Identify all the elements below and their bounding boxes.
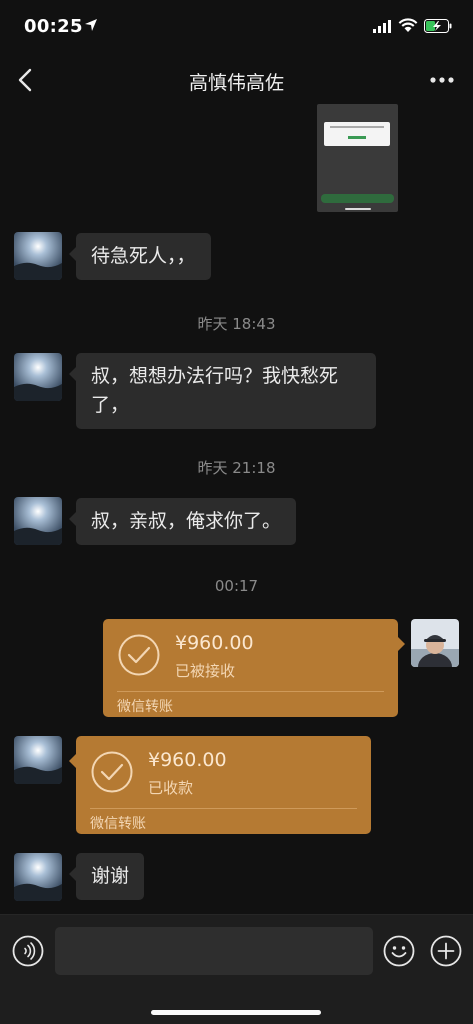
transfer-amount: ¥960.00	[175, 632, 254, 654]
transfer-card-received[interactable]: ¥960.00 已收款 微信转账	[69, 736, 371, 834]
status-time: 00:25	[24, 16, 83, 37]
message-timestamp: 00:17	[214, 577, 259, 595]
transfer-divider	[117, 691, 384, 692]
emoji-icon[interactable]	[383, 935, 415, 967]
transfer-footer: 微信转账	[117, 699, 173, 715]
message-bubble[interactable]: 叔，想想办法行吗？我快愁死了，	[69, 353, 376, 429]
signal-icon	[373, 20, 391, 33]
input-bar	[0, 914, 473, 1024]
chat-title: 高慎伟高佐	[188, 72, 284, 94]
transfer-footer: 微信转账	[90, 816, 146, 832]
message-bubble[interactable]: 待急死人，，	[69, 233, 211, 280]
home-indicator[interactable]	[151, 1010, 321, 1015]
transfer-status: 已被接收	[175, 662, 236, 680]
transfer-amount: ¥960.00	[148, 749, 227, 771]
message-timestamp: 昨天 21:18	[197, 459, 276, 477]
contact-avatar[interactable]	[14, 853, 62, 901]
my-avatar[interactable]	[411, 619, 459, 667]
voice-icon[interactable]	[12, 935, 44, 967]
wifi-icon	[398, 18, 418, 32]
message-input[interactable]	[55, 927, 373, 975]
transfer-divider	[90, 808, 357, 809]
image-message-thumbnail[interactable]	[317, 104, 398, 212]
message-bubble[interactable]: 谢谢	[68, 853, 145, 900]
contact-avatar[interactable]	[14, 497, 62, 545]
transfer-card-sent[interactable]: ¥960.00 已被接收 微信转账	[103, 619, 405, 717]
contact-avatar[interactable]	[14, 736, 62, 784]
more-dots-icon[interactable]	[429, 72, 455, 88]
nav-bar: 高慎伟高佐	[0, 56, 473, 104]
transfer-status: 已收款	[148, 779, 194, 797]
check-circle-icon	[118, 634, 160, 676]
message-timestamp: 昨天 18:43	[197, 315, 276, 333]
battery-charging-icon	[424, 19, 452, 33]
location-arrow-icon	[85, 19, 97, 31]
status-bar: 00:25	[0, 0, 473, 56]
message-bubble[interactable]: 叔，亲叔，俺求你了。	[68, 498, 297, 545]
contact-avatar[interactable]	[14, 232, 62, 280]
chat-message-list[interactable]: 待急死人，， 昨天 18:43 叔，想想办法行吗？我快愁死了， 昨天 21:18…	[0, 104, 473, 914]
thumbnail-dialog	[324, 122, 390, 146]
plus-icon[interactable]	[430, 935, 462, 967]
thumbnail-button	[321, 194, 394, 203]
thumbnail-home-bar	[345, 208, 371, 210]
check-circle-icon	[91, 751, 133, 793]
contact-avatar[interactable]	[14, 353, 62, 401]
